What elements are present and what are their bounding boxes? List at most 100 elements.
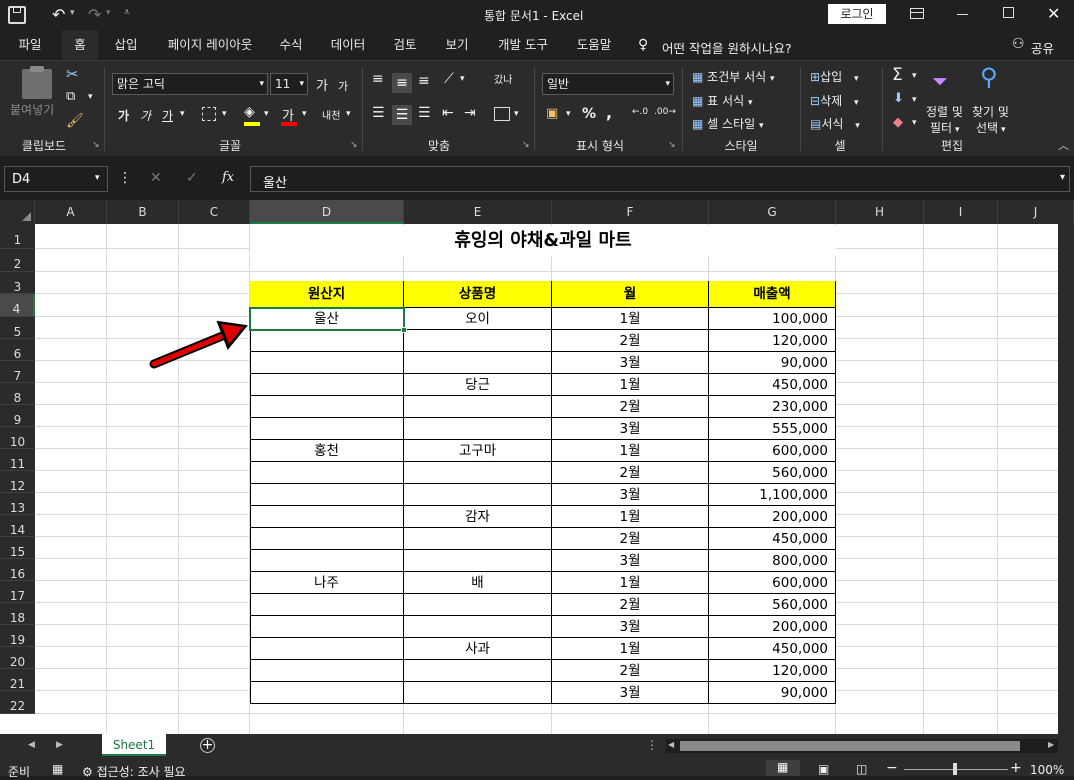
tab-developer[interactable]: 개발 도구 bbox=[490, 30, 556, 60]
comma-button[interactable]: , bbox=[606, 103, 612, 122]
sort-filter-label-2[interactable]: 필터 ▾ bbox=[930, 119, 959, 136]
formula-input[interactable]: 울산 bbox=[250, 166, 1070, 192]
scroll-right-icon[interactable]: ▶ bbox=[1048, 740, 1054, 749]
tell-me-search[interactable]: 어떤 작업을 원하시나요? bbox=[662, 38, 792, 57]
row-header-1[interactable]: 1 bbox=[0, 224, 35, 249]
dialog-launcher-icon[interactable]: ↘ bbox=[92, 140, 100, 150]
clear-dropdown-icon[interactable]: ▾ bbox=[912, 118, 917, 128]
table-cell[interactable] bbox=[250, 462, 404, 484]
save-icon[interactable] bbox=[8, 6, 26, 24]
cell-styles-button[interactable]: ▦ 셀 스타일 ▾ bbox=[692, 115, 764, 132]
row-header-12[interactable]: 12 bbox=[0, 471, 35, 493]
undo-dropdown-icon[interactable]: ▾ bbox=[70, 8, 75, 18]
table-cell[interactable]: 3월 bbox=[552, 550, 709, 572]
table-cell[interactable] bbox=[404, 528, 552, 550]
expand-formula-icon[interactable]: ▾ bbox=[1060, 172, 1065, 183]
table-cell[interactable] bbox=[404, 396, 552, 418]
column-header-e[interactable]: E bbox=[404, 200, 552, 224]
row-header-22[interactable]: 22 bbox=[0, 691, 35, 714]
table-cell[interactable]: 230,000 bbox=[709, 396, 836, 418]
row-header-3[interactable]: 3 bbox=[0, 272, 35, 294]
tab-page-layout[interactable]: 페이지 레이아웃 bbox=[158, 30, 262, 60]
table-header-cell[interactable]: 원산지 bbox=[250, 281, 404, 308]
tab-view[interactable]: 보기 bbox=[438, 30, 476, 60]
table-cell[interactable] bbox=[404, 462, 552, 484]
scroll-right-sheet-icon[interactable]: ▶ bbox=[56, 740, 63, 750]
copy-dropdown-icon[interactable]: ▾ bbox=[88, 92, 93, 102]
table-cell[interactable]: 3월 bbox=[552, 352, 709, 374]
table-cell[interactable]: 감자 bbox=[404, 506, 552, 528]
row-header-4[interactable]: 4 bbox=[0, 294, 35, 317]
table-cell[interactable]: 3월 bbox=[552, 616, 709, 638]
align-left-icon[interactable]: ☰ bbox=[372, 105, 385, 121]
add-sheet-icon[interactable]: + bbox=[200, 738, 215, 753]
conditional-format-button[interactable]: ▦ 조건부 서식 ▾ bbox=[692, 68, 775, 85]
row-header-5[interactable]: 5 bbox=[0, 317, 35, 339]
table-cell[interactable] bbox=[404, 616, 552, 638]
table-cell[interactable] bbox=[250, 550, 404, 572]
table-cell[interactable]: 배 bbox=[404, 572, 552, 594]
table-cell[interactable]: 90,000 bbox=[709, 682, 836, 704]
row-header-19[interactable]: 19 bbox=[0, 625, 35, 647]
table-cell[interactable]: 90,000 bbox=[709, 352, 836, 374]
normal-view-button[interactable]: ▦ bbox=[766, 760, 800, 776]
maximize-icon[interactable] bbox=[1003, 7, 1014, 18]
sort-filter-icon[interactable]: ⏷ bbox=[932, 69, 948, 93]
table-cell[interactable]: 오이 bbox=[404, 308, 552, 330]
macro-record-icon[interactable]: ▦ bbox=[52, 762, 63, 776]
delete-cells-button[interactable]: ⊟삭제 ▾ bbox=[810, 92, 859, 109]
table-cell[interactable]: 2월 bbox=[552, 462, 709, 484]
table-cell[interactable]: 2월 bbox=[552, 330, 709, 352]
cancel-icon[interactable]: ✕ bbox=[150, 170, 162, 186]
fill-dropdown-icon[interactable]: ▾ bbox=[912, 95, 917, 105]
table-cell[interactable]: 1월 bbox=[552, 374, 709, 396]
table-cell[interactable]: 1월 bbox=[552, 308, 709, 330]
table-cell[interactable] bbox=[250, 484, 404, 506]
name-box-dropdown-icon[interactable]: ▾ bbox=[95, 173, 100, 183]
format-as-table-button[interactable]: ▦ 표 서식 ▾ bbox=[692, 92, 752, 109]
phonetic-dropdown-icon[interactable]: ▾ bbox=[346, 109, 351, 119]
row-header-17[interactable]: 17 bbox=[0, 581, 35, 603]
align-middle-icon[interactable]: ≡ bbox=[392, 73, 412, 93]
table-cell[interactable] bbox=[250, 352, 404, 374]
font-size-combo[interactable]: 11 ▾ bbox=[270, 73, 308, 95]
phonetic-button[interactable]: 내천 bbox=[322, 107, 340, 122]
accessibility-status[interactable]: ⚙ 접근성: 조사 필요 bbox=[82, 763, 186, 780]
table-cell[interactable]: 3월 bbox=[552, 682, 709, 704]
row-header-7[interactable]: 7 bbox=[0, 361, 35, 383]
accounting-format-icon[interactable]: ▣ bbox=[546, 106, 558, 121]
align-top-icon[interactable]: ≡ bbox=[372, 71, 384, 87]
column-header-h[interactable]: H bbox=[836, 200, 924, 224]
table-cell[interactable]: 560,000 bbox=[709, 462, 836, 484]
table-cell[interactable] bbox=[404, 682, 552, 704]
row-header-10[interactable]: 10 bbox=[0, 427, 35, 449]
more-icon[interactable]: ⋮ bbox=[118, 170, 132, 186]
table-cell[interactable]: 고구마 bbox=[404, 440, 552, 462]
percent-button[interactable]: % bbox=[582, 106, 596, 122]
row-header-21[interactable]: 21 bbox=[0, 669, 35, 691]
page-break-view-icon[interactable]: ◫ bbox=[856, 762, 867, 776]
borders-icon[interactable] bbox=[202, 107, 216, 121]
fill-color-icon[interactable]: ◈ bbox=[244, 104, 255, 120]
orientation-icon[interactable]: ⟋ bbox=[444, 71, 454, 87]
wrap-text-button[interactable]: 갔나 bbox=[494, 71, 512, 86]
table-cell[interactable]: 2월 bbox=[552, 396, 709, 418]
scrollbar-thumb[interactable] bbox=[680, 741, 1020, 751]
table-cell[interactable] bbox=[250, 528, 404, 550]
tab-file[interactable]: 파일 bbox=[10, 30, 50, 60]
table-cell[interactable] bbox=[250, 374, 404, 396]
row-header-18[interactable]: 18 bbox=[0, 603, 35, 625]
row-header-2[interactable]: 2 bbox=[0, 249, 35, 272]
table-cell[interactable] bbox=[404, 550, 552, 572]
shrink-font-button[interactable]: 가 bbox=[338, 78, 348, 94]
column-header-g[interactable]: G bbox=[709, 200, 836, 224]
table-cell[interactable]: 1월 bbox=[552, 638, 709, 660]
merge-dropdown-icon[interactable]: ▾ bbox=[514, 109, 519, 119]
decrease-indent-icon[interactable]: ⇤ bbox=[442, 105, 454, 121]
table-cell[interactable]: 1월 bbox=[552, 572, 709, 594]
row-header-15[interactable]: 15 bbox=[0, 537, 35, 559]
table-cell[interactable]: 홍천 bbox=[250, 440, 404, 462]
fill-dropdown-icon[interactable]: ▾ bbox=[264, 109, 269, 119]
zoom-slider-thumb[interactable] bbox=[953, 763, 957, 775]
table-header-cell[interactable]: 매출액 bbox=[709, 281, 836, 308]
